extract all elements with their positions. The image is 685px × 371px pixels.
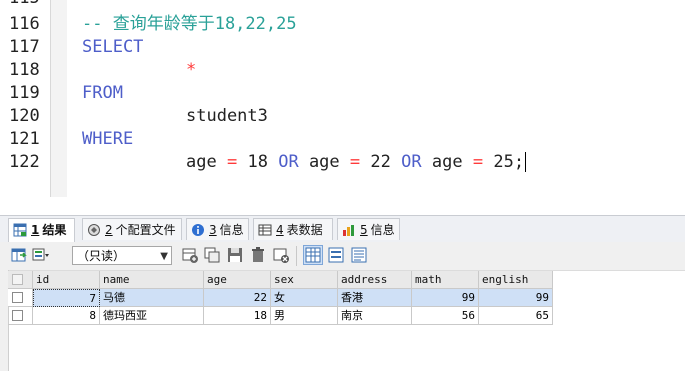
grid-view-icon[interactable] xyxy=(303,245,323,265)
line-number: 119 xyxy=(9,83,40,103)
export-grid-icon[interactable] xyxy=(10,246,28,264)
column-header-english[interactable]: english xyxy=(479,271,553,289)
column-header-math[interactable]: math xyxy=(412,271,479,289)
cell-address[interactable]: 香港 xyxy=(338,289,412,307)
token-age: age xyxy=(431,152,463,172)
code-line-from: FROM xyxy=(82,83,123,103)
column-header-id[interactable]: id xyxy=(33,271,100,289)
tab-results-num: 1 xyxy=(31,223,40,237)
form-view-icon[interactable] xyxy=(327,246,345,264)
insert-row-icon[interactable] xyxy=(181,246,199,264)
line-number: 122 xyxy=(9,152,40,172)
result-tab-bar: 1 结果 2 个配置文件 3 信息 4 表数据 5 信息 xyxy=(0,215,685,243)
row-select[interactable] xyxy=(8,289,33,307)
tab-results-label: 结果 xyxy=(42,223,67,237)
save-icon[interactable] xyxy=(226,246,244,264)
tab-table-data[interactable]: 4 表数据 xyxy=(253,218,333,240)
row-checkbox[interactable] xyxy=(12,310,23,321)
row-select[interactable] xyxy=(8,307,33,325)
tab-profiles[interactable]: 2 个配置文件 xyxy=(82,218,182,240)
tab-results[interactable]: 1 结果 xyxy=(8,218,75,242)
tab-messages-num: 3 xyxy=(209,223,217,237)
cell-sex[interactable]: 男 xyxy=(271,307,338,325)
token-value: 18 xyxy=(247,152,268,172)
delete-icon[interactable] xyxy=(249,246,267,264)
tab-profiles-num: 2 xyxy=(105,223,113,237)
row-checkbox[interactable] xyxy=(12,292,23,303)
cell-math[interactable]: 99 xyxy=(412,289,479,307)
fold-margin xyxy=(51,0,67,197)
tab-messages[interactable]: 3 信息 xyxy=(186,218,249,240)
tab-history[interactable]: 5 信息 xyxy=(337,218,400,240)
readonly-mode-select[interactable]: （只读） ▼ xyxy=(72,246,172,265)
duplicate-row-icon[interactable] xyxy=(203,246,221,264)
cell-id[interactable]: 7 xyxy=(33,289,100,307)
line-number: 120 xyxy=(9,106,40,126)
cell-address[interactable]: 南京 xyxy=(338,307,412,325)
code-line-condition: age = 18 OR age = 22 OR age = 25; xyxy=(186,151,527,174)
column-header-name[interactable]: name xyxy=(100,271,204,289)
token-value: 25; xyxy=(493,152,525,172)
sql-editor[interactable]: 115 116 117 118 119 120 121 122 -- 查询年龄等… xyxy=(0,0,685,215)
code-line-comment: -- 查询年龄等于18,22,25 xyxy=(82,14,297,34)
token-equals: = xyxy=(472,152,484,172)
code-line-table: student3 xyxy=(186,106,268,126)
info-icon xyxy=(192,224,204,236)
tab-history-num: 5 xyxy=(360,223,368,237)
text-caret xyxy=(525,152,527,172)
line-number: 117 xyxy=(9,37,40,57)
cell-age[interactable]: 22 xyxy=(204,289,271,307)
header-select-all[interactable] xyxy=(8,271,33,289)
line-number: 118 xyxy=(9,60,40,80)
token-age: age xyxy=(308,152,340,172)
chevron-down-icon: ▼ xyxy=(160,251,168,262)
token-or: OR xyxy=(401,152,422,172)
cell-name[interactable]: 德玛西亚 xyxy=(100,307,204,325)
cell-math[interactable]: 56 xyxy=(412,307,479,325)
line-number-gutter: 115 116 117 118 119 120 121 122 xyxy=(0,0,50,215)
tab-table-data-label: 表数据 xyxy=(286,223,323,237)
column-header-sex[interactable]: sex xyxy=(271,271,338,289)
cell-sex[interactable]: 女 xyxy=(271,289,338,307)
header-checkbox xyxy=(12,274,23,285)
line-number: 121 xyxy=(9,129,40,149)
text-view-icon[interactable] xyxy=(350,246,368,264)
cancel-changes-icon[interactable] xyxy=(272,246,290,264)
editor-bottom-margin xyxy=(0,197,685,215)
token-value: 22 xyxy=(370,152,391,172)
token-or: OR xyxy=(278,152,299,172)
profile-icon xyxy=(88,224,100,236)
column-header-age[interactable]: age xyxy=(204,271,271,289)
line-number: 116 xyxy=(9,14,40,34)
tab-profiles-label: 个配置文件 xyxy=(115,223,176,237)
tab-messages-label: 信息 xyxy=(219,223,244,237)
table-data-icon xyxy=(258,224,272,236)
toolbar-divider xyxy=(296,246,297,266)
cell-name[interactable]: 马德 xyxy=(100,289,204,307)
results-toolbar: （只读） ▼ xyxy=(0,242,685,271)
cell-age[interactable]: 18 xyxy=(204,307,271,325)
results-grid-icon xyxy=(13,223,27,237)
line-number: 115 xyxy=(9,0,40,10)
code-line-star: * xyxy=(186,60,197,80)
cell-english[interactable]: 99 xyxy=(479,289,553,307)
code-line-select: SELECT xyxy=(82,37,144,57)
tab-table-data-num: 4 xyxy=(276,223,284,237)
token-age: age xyxy=(186,152,217,172)
cell-english[interactable]: 65 xyxy=(479,307,553,325)
token-equals: = xyxy=(349,152,361,172)
tab-history-label: 信息 xyxy=(370,223,395,237)
readonly-mode-value: （只读） xyxy=(77,249,126,263)
column-header-address[interactable]: address xyxy=(338,271,412,289)
token-equals: = xyxy=(226,152,238,172)
result-view-dropdown-icon[interactable] xyxy=(32,246,50,264)
history-icon xyxy=(343,225,354,236)
code-line-where: WHERE xyxy=(82,129,134,149)
cell-id[interactable]: 8 xyxy=(33,307,100,325)
